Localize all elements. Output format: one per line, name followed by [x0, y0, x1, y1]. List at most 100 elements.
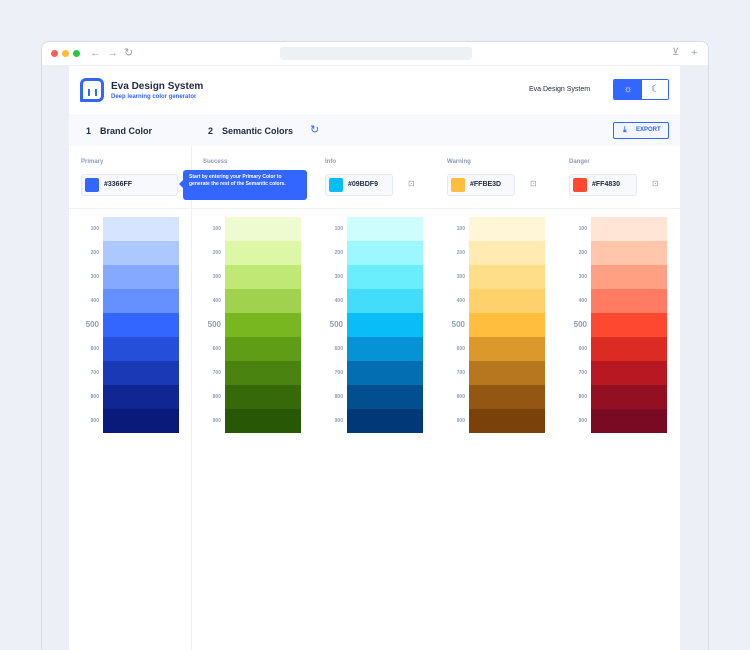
primary-shade-800[interactable]: [103, 385, 179, 409]
header-brand-label: Eva Design System: [529, 86, 591, 93]
download-icon[interactable]: ⊻: [672, 46, 679, 60]
warning-shade-400[interactable]: [469, 289, 545, 313]
danger-shade-100[interactable]: [591, 217, 667, 241]
danger-shade-900[interactable]: [591, 409, 667, 433]
shade-label: 300: [334, 274, 343, 280]
forward-arrow-icon[interactable]: →: [107, 46, 118, 60]
success-shade-700[interactable]: [225, 361, 301, 385]
info-shade-100[interactable]: [347, 217, 423, 241]
primary-swatch[interactable]: [85, 178, 99, 192]
app-title: Eva Design System: [111, 81, 204, 92]
success-shade-100[interactable]: [225, 217, 301, 241]
shade-label: 800: [456, 394, 465, 400]
shade-label: 700: [334, 370, 343, 376]
success-shade-600[interactable]: [225, 337, 301, 361]
shade-label: 800: [212, 394, 221, 400]
primary-shade-100[interactable]: [103, 217, 179, 241]
dark-theme-button[interactable]: ☾: [642, 80, 668, 99]
info-shade-600[interactable]: [347, 337, 423, 361]
shade-label: 600: [212, 346, 221, 352]
info-shade-500[interactable]: [347, 313, 423, 337]
eva-logo-icon: [80, 78, 104, 102]
info-shade-200[interactable]: [347, 241, 423, 265]
danger-shade-800[interactable]: [591, 385, 667, 409]
success-shade-500[interactable]: [225, 313, 301, 337]
address-bar[interactable]: [280, 47, 472, 60]
primary-shade-300[interactable]: [103, 265, 179, 289]
warning-shade-200[interactable]: [469, 241, 545, 265]
reload-icon[interactable]: ↻: [124, 46, 133, 60]
sun-icon: ☼: [623, 84, 633, 95]
shade-label: 300: [578, 274, 587, 280]
success-shade-800[interactable]: [225, 385, 301, 409]
back-arrow-icon[interactable]: ←: [90, 46, 101, 60]
browser-window: ← → ↻ ⊻ + Eva Design System Deep learnin…: [41, 41, 709, 650]
danger-shade-300[interactable]: [591, 265, 667, 289]
new-tab-icon[interactable]: +: [691, 46, 697, 60]
info-shade-900[interactable]: [347, 409, 423, 433]
info-swatch[interactable]: [329, 178, 343, 192]
close-window-dot[interactable]: [51, 50, 58, 57]
danger-swatch[interactable]: [573, 178, 587, 192]
danger-shade-400[interactable]: [591, 289, 667, 313]
download-icon: ⤓: [623, 125, 627, 134]
success-shade-900[interactable]: [225, 409, 301, 433]
shade-label: 700: [90, 370, 99, 376]
minimize-window-dot[interactable]: [62, 50, 69, 57]
warning-shade-500[interactable]: [469, 313, 545, 337]
danger-shade-200[interactable]: [591, 241, 667, 265]
success-shade-400[interactable]: [225, 289, 301, 313]
shade-label: 100: [334, 226, 343, 232]
danger-shade-600[interactable]: [591, 337, 667, 361]
success-shade-200[interactable]: [225, 241, 301, 265]
warning-shade-600[interactable]: [469, 337, 545, 361]
shade-label: 700: [456, 370, 465, 376]
info-shade-300[interactable]: [347, 265, 423, 289]
shade-label: 400: [334, 298, 343, 304]
lock-icon[interactable]: ⊡: [652, 179, 659, 188]
warning-color-input[interactable]: #FFBE3D: [447, 174, 515, 196]
brand-section-title: Brand Color: [100, 126, 153, 136]
info-shade-800[interactable]: [347, 385, 423, 409]
primary-shade-200[interactable]: [103, 241, 179, 265]
shade-label: 200: [90, 250, 99, 256]
lock-icon[interactable]: ⊡: [408, 179, 415, 188]
warning-label: Warning: [447, 159, 471, 165]
maximize-window-dot[interactable]: [73, 50, 80, 57]
primary-shade-900[interactable]: [103, 409, 179, 433]
danger-shade-500[interactable]: [591, 313, 667, 337]
danger-shade-700[interactable]: [591, 361, 667, 385]
export-button[interactable]: ⤓ EXPORT: [613, 122, 669, 139]
shade-label: 600: [578, 346, 587, 352]
info-color-input[interactable]: #09BDF9: [325, 174, 393, 196]
warning-swatch[interactable]: [451, 178, 465, 192]
shade-label: 900: [90, 418, 99, 424]
shade-label: 100: [456, 226, 465, 232]
success-shade-300[interactable]: [225, 265, 301, 289]
info-shade-700[interactable]: [347, 361, 423, 385]
warning-shade-300[interactable]: [469, 265, 545, 289]
primary-shade-600[interactable]: [103, 337, 179, 361]
warning-shade-800[interactable]: [469, 385, 545, 409]
light-theme-button[interactable]: ☼: [614, 80, 642, 99]
primary-shade-700[interactable]: [103, 361, 179, 385]
warning-shade-900[interactable]: [469, 409, 545, 433]
warning-shade-700[interactable]: [469, 361, 545, 385]
shade-label: 400: [90, 298, 99, 304]
primary-label: Primary: [81, 159, 104, 165]
danger-color-input[interactable]: #FF4830: [569, 174, 637, 196]
theme-toggle: ☼ ☾: [613, 79, 669, 100]
page-canvas: Eva Design System Deep learning color ge…: [42, 66, 708, 650]
shade-label: 700: [578, 370, 587, 376]
primary-color-input[interactable]: #3366FF: [81, 174, 178, 196]
warning-shade-100[interactable]: [469, 217, 545, 241]
primary-shade-500[interactable]: [103, 313, 179, 337]
shade-label: 500: [329, 320, 343, 329]
primary-shade-400[interactable]: [103, 289, 179, 313]
shade-label: 600: [90, 346, 99, 352]
shade-label: 800: [578, 394, 587, 400]
refresh-icon[interactable]: ↻: [310, 123, 319, 136]
moon-icon: ☾: [651, 84, 660, 95]
lock-icon[interactable]: ⊡: [530, 179, 537, 188]
info-shade-400[interactable]: [347, 289, 423, 313]
